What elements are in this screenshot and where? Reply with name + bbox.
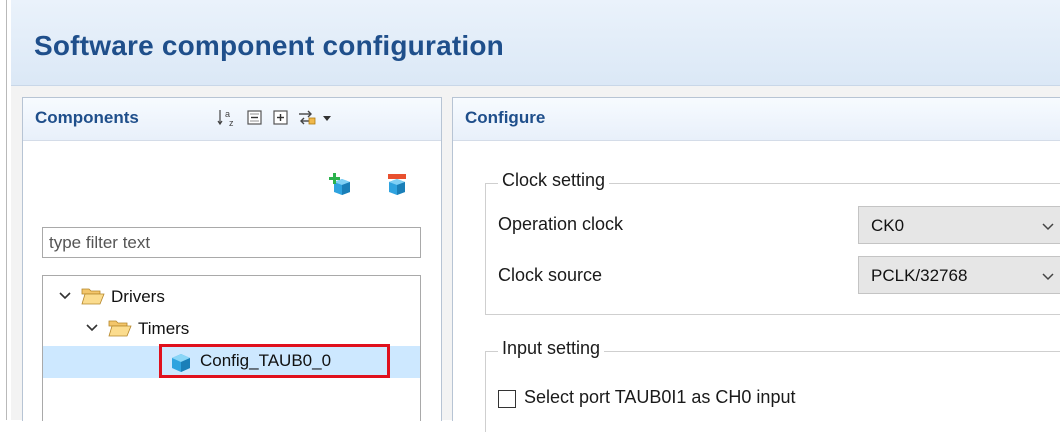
configure-panel: Configure Clock setting Operation clock … <box>452 97 1060 432</box>
tree-item-drivers[interactable]: Drivers <box>43 282 420 314</box>
page-title: Software component configuration <box>34 30 504 61</box>
tree-item-timers[interactable]: Timers <box>43 314 420 346</box>
components-title: Components <box>35 108 139 127</box>
components-panel: Components a z type filter text Drivers … <box>22 97 442 421</box>
chevron-down-icon[interactable] <box>57 288 73 304</box>
clock-setting-group: Clock setting Operation clock CK0 Clock … <box>485 170 1060 315</box>
remove-component-icon[interactable] <box>385 172 409 196</box>
configure-title: Configure <box>465 108 546 127</box>
configure-panel-header: Configure <box>453 98 1060 141</box>
collapse-all-icon[interactable] <box>245 108 265 128</box>
components-panel-header: Components a z <box>23 98 441 141</box>
clock-source-value: PCLK/32768 <box>871 266 968 285</box>
chevron-down-icon <box>1041 270 1055 282</box>
operation-clock-label: Operation clock <box>498 214 624 234</box>
link-editor-icon[interactable] <box>297 108 317 128</box>
highlight-box <box>159 344 390 378</box>
svg-text:z: z <box>229 118 234 128</box>
add-component-icon[interactable] <box>328 172 352 196</box>
chevron-down-icon[interactable] <box>84 320 100 336</box>
page-header: Software component configuration <box>11 0 1060 86</box>
select-port-label[interactable]: Select port TAUB0I1 as CH0 input <box>524 387 795 408</box>
operation-clock-select[interactable]: CK0 <box>858 206 1060 244</box>
filter-input[interactable] <box>42 227 421 258</box>
tree-item-config-taub0-0[interactable]: Config_TAUB0_0 <box>43 344 420 378</box>
clock-setting-legend: Clock setting <box>498 170 610 191</box>
left-window-edge <box>6 0 7 420</box>
operation-clock-value: CK0 <box>871 216 905 235</box>
clock-source-label: Clock source <box>498 265 603 285</box>
tree-item-label: Timers <box>138 319 190 338</box>
sort-alpha-icon[interactable]: a z <box>217 108 237 128</box>
folder-open-icon <box>108 318 132 338</box>
clock-source-select[interactable]: PCLK/32768 <box>858 256 1060 294</box>
select-port-checkbox[interactable] <box>498 390 516 408</box>
chevron-down-icon[interactable] <box>321 112 333 124</box>
expand-all-icon[interactable] <box>271 108 291 128</box>
input-setting-legend: Input setting <box>498 338 605 359</box>
chevron-down-icon <box>1041 220 1055 232</box>
component-tree: Drivers Timers Config_TAUB0_0 <box>42 275 421 421</box>
folder-open-icon <box>81 286 105 306</box>
tree-item-label: Drivers <box>111 287 165 306</box>
